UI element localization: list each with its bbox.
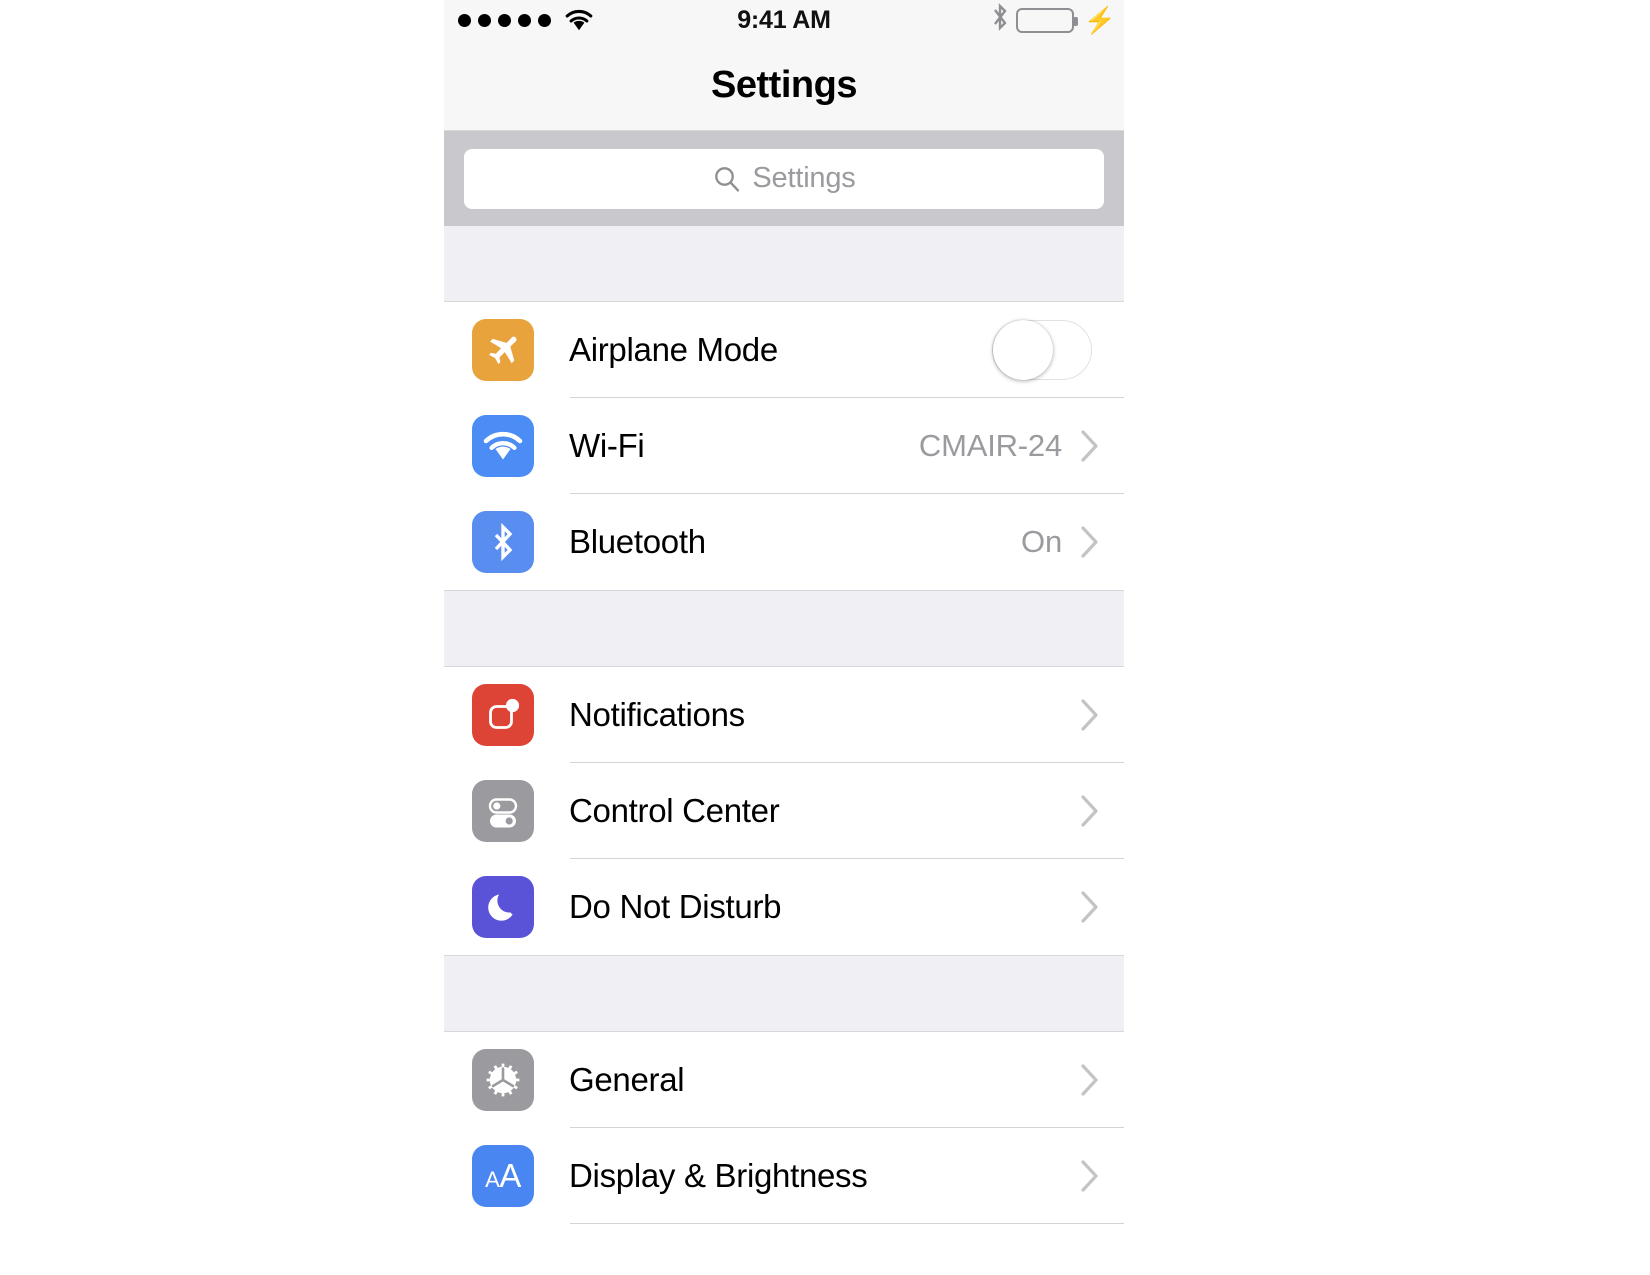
chevron-right-icon xyxy=(1080,1159,1100,1193)
settings-row-do-not-disturb[interactable]: Do Not Disturb xyxy=(444,859,1124,955)
settings-row-general[interactable]: General xyxy=(444,1032,1124,1128)
text-size-small-a: A xyxy=(485,1167,500,1192)
toggle-knob xyxy=(993,320,1053,380)
gear-icon xyxy=(472,1049,534,1111)
search-placeholder-text: Settings xyxy=(752,162,856,194)
settings-row-label: Control Center xyxy=(569,792,780,829)
settings-row-airplane-mode[interactable]: Airplane Mode xyxy=(444,302,1124,398)
status-bar: 9:41 AM ⚡ xyxy=(444,0,1124,40)
settings-row-label: Do Not Disturb xyxy=(569,888,782,925)
airplane-icon xyxy=(472,319,534,381)
section-gap-top xyxy=(444,226,1124,302)
moon-icon xyxy=(472,876,534,938)
text-size-icon: AA xyxy=(472,1145,534,1207)
navigation-bar: Settings xyxy=(444,40,1124,131)
settings-row-display-brightness[interactable]: AA Display & Brightness xyxy=(444,1128,1124,1224)
search-bar-container: Settings xyxy=(444,131,1124,226)
settings-row-bluetooth[interactable]: Bluetooth On xyxy=(444,494,1124,590)
bluetooth-icon xyxy=(991,2,1009,39)
settings-row-label: Airplane Mode xyxy=(569,331,778,368)
settings-row-value: CMAIR-24 xyxy=(918,428,1062,463)
text-size-large-a: A xyxy=(499,1157,521,1194)
wifi-icon xyxy=(472,415,534,477)
page-title: Settings xyxy=(711,63,857,106)
chevron-right-icon xyxy=(1080,890,1100,924)
chevron-right-icon xyxy=(1080,525,1100,559)
settings-row-label: Wi-Fi xyxy=(569,427,645,464)
status-bar-right: ⚡ xyxy=(991,0,1116,40)
search-input[interactable]: Settings xyxy=(464,148,1104,209)
notifications-icon xyxy=(472,684,534,746)
chevron-right-icon xyxy=(1080,429,1100,463)
section-gap-2 xyxy=(444,955,1124,1032)
settings-row-control-center[interactable]: Control Center xyxy=(444,763,1124,859)
bluetooth-icon xyxy=(472,511,534,573)
settings-section-notifications: Notifications Control Center Do Not Dist… xyxy=(444,667,1124,955)
settings-section-system: General AA Display & Brightness xyxy=(444,1032,1124,1224)
settings-row-label: Notifications xyxy=(569,696,745,733)
settings-section-connectivity: Airplane Mode Wi-Fi CMAIR-24 Bluetooth O… xyxy=(444,302,1124,590)
text-size-glyphs: AA xyxy=(485,1157,521,1195)
control-center-icon xyxy=(472,780,534,842)
chevron-right-icon xyxy=(1080,1063,1100,1097)
section-gap-1 xyxy=(444,590,1124,667)
settings-row-label: General xyxy=(569,1061,685,1098)
settings-row-wifi[interactable]: Wi-Fi CMAIR-24 xyxy=(444,398,1124,494)
chevron-right-icon xyxy=(1080,698,1100,732)
search-icon xyxy=(712,164,742,194)
chevron-right-icon xyxy=(1080,794,1100,828)
settings-row-notifications[interactable]: Notifications xyxy=(444,667,1124,763)
phone-screen: 9:41 AM ⚡ Settings Settings Airplane Mod… xyxy=(444,0,1124,1275)
airplane-mode-toggle[interactable] xyxy=(992,320,1092,380)
settings-row-label: Display & Brightness xyxy=(569,1157,868,1194)
battery-icon xyxy=(1015,7,1078,33)
settings-row-label: Bluetooth xyxy=(569,523,706,560)
lightning-bolt-icon: ⚡ xyxy=(1083,5,1116,35)
settings-row-value: On xyxy=(1021,524,1062,559)
